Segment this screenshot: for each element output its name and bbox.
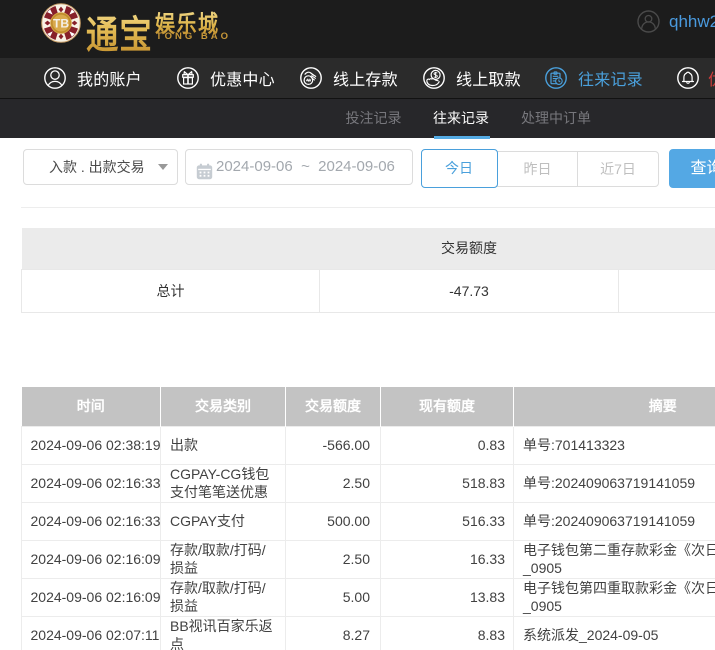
svg-text:TB: TB <box>53 17 69 31</box>
